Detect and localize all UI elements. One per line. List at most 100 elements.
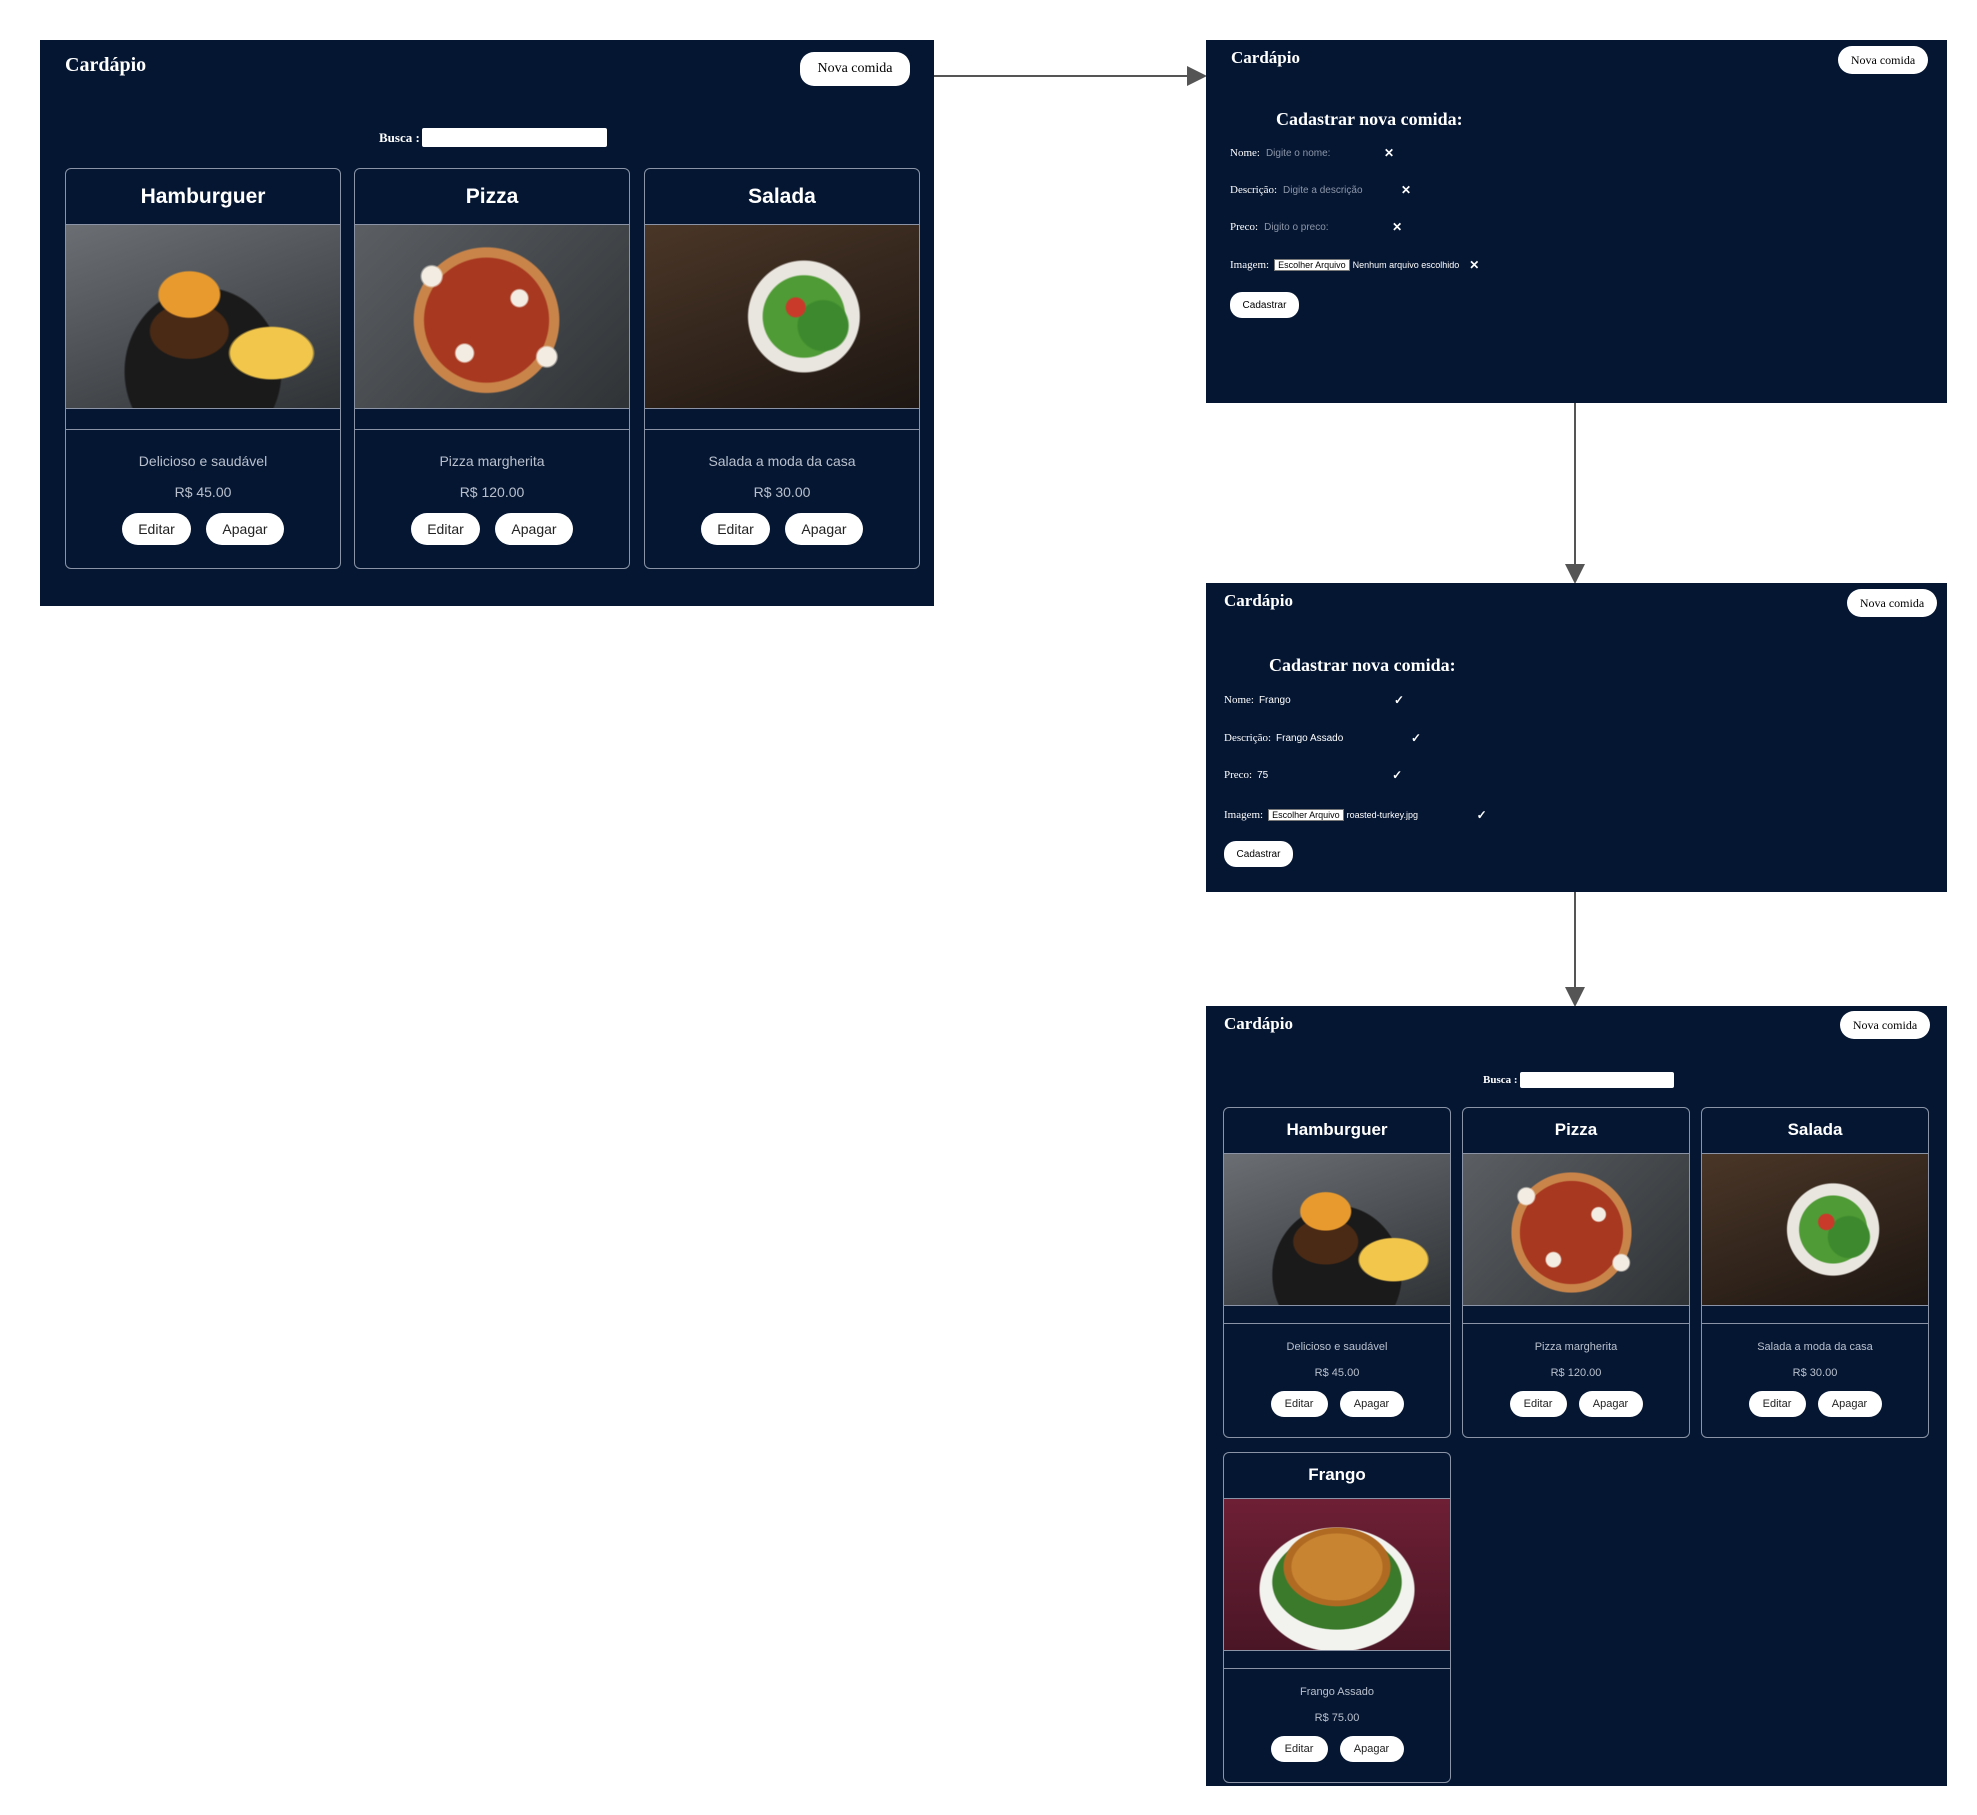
price-label: Preco: — [1230, 221, 1259, 233]
delete-button[interactable]: Apagar — [1339, 1736, 1404, 1762]
delete-button[interactable]: Apagar — [495, 513, 573, 545]
food-name: Salada — [748, 185, 816, 208]
description-row: Descrição: ✕ — [1230, 183, 1411, 197]
food-card: Hamburguer Delicioso e saudável R$ 45.00… — [65, 168, 341, 569]
file-name: roasted-turkey.jpg — [1346, 810, 1419, 820]
card-actions: Editar Apagar — [645, 513, 919, 545]
form-heading: Cadastrar nova comida: — [1276, 109, 1463, 129]
food-image-pizza — [1463, 1153, 1689, 1306]
food-name: Frango — [1308, 1465, 1366, 1484]
description-input[interactable] — [1281, 183, 1406, 197]
name-label: Nome: — [1224, 694, 1254, 706]
food-price: R$ 30.00 — [753, 484, 811, 500]
name-value[interactable]: Frango — [1259, 695, 1394, 706]
food-name: Hamburguer — [1286, 1120, 1388, 1139]
food-description: Pizza margherita — [1534, 1341, 1618, 1353]
price-row: Preco: 75 ✓ — [1224, 768, 1402, 782]
edit-button[interactable]: Editar — [1270, 1391, 1328, 1417]
name-row: Nome: ✕ — [1230, 146, 1394, 160]
delete-button[interactable]: Apagar — [206, 513, 284, 545]
invalid-mark-icon: ✕ — [1392, 220, 1403, 234]
name-label: Nome: — [1230, 147, 1260, 159]
app-title: Cardápio — [1224, 591, 1293, 610]
card-actions: Editar Apagar — [1463, 1391, 1689, 1417]
search-input[interactable] — [1519, 1072, 1674, 1088]
food-price: R$ 30.00 — [1792, 1367, 1838, 1379]
edit-button[interactable]: Editar — [1748, 1391, 1806, 1417]
card-divider — [1463, 1323, 1689, 1324]
invalid-mark-icon: ✕ — [1401, 183, 1412, 197]
food-name: Pizza — [1554, 1120, 1598, 1139]
valid-mark-icon: ✓ — [1392, 768, 1403, 782]
card-actions: Editar Apagar — [1224, 1736, 1450, 1762]
food-description: Delicioso e saudável — [1286, 1341, 1388, 1353]
card-divider — [355, 429, 629, 430]
delete-button[interactable]: Apagar — [785, 513, 863, 545]
name-input[interactable] — [1263, 146, 1388, 160]
submit-button[interactable]: Cadastrar — [1224, 841, 1293, 867]
food-card: Hamburguer Delicioso e saudável R$ 45.00… — [1223, 1107, 1451, 1438]
description-label: Descrição: — [1224, 732, 1272, 744]
image-row: Imagem: Escolher Arquivo Nenhum arquivo … — [1230, 258, 1479, 272]
description-row: Descrição: Frango Assado ✓ — [1224, 731, 1421, 745]
food-image-salad — [1702, 1153, 1928, 1306]
food-card: Pizza Pizza margherita R$ 120.00 Editar … — [354, 168, 630, 569]
food-description: Salada a moda da casa — [708, 453, 856, 469]
food-card: Pizza Pizza margherita R$ 120.00 Editar … — [1462, 1107, 1690, 1438]
card-divider — [1224, 1323, 1450, 1324]
card-divider — [1224, 1668, 1450, 1669]
card-divider — [66, 429, 340, 430]
menu-screen-updated: Cardápio Nova comida Busca : Hamburguer … — [1206, 1006, 1947, 1786]
card-actions: Editar Apagar — [1224, 1391, 1450, 1417]
edit-button[interactable]: Editar — [122, 513, 191, 545]
food-card-new: Frango Frango Assado R$ 75.00 Editar Apa… — [1223, 1452, 1451, 1783]
food-description: Delicioso e saudável — [138, 453, 268, 469]
food-price: R$ 45.00 — [174, 484, 232, 500]
edit-button[interactable]: Editar — [411, 513, 480, 545]
price-row: Preco: ✕ — [1230, 220, 1402, 234]
food-price: R$ 120.00 — [459, 484, 525, 500]
menu-screen-initial: Cardápio Nova comida Busca : Hamburguer … — [40, 40, 934, 606]
food-description: Salada a moda da casa — [1757, 1341, 1873, 1353]
card-actions: Editar Apagar — [1702, 1391, 1928, 1417]
price-label: Preco: — [1224, 769, 1253, 781]
delete-button[interactable]: Apagar — [1817, 1391, 1882, 1417]
choose-file-button[interactable]: Escolher Arquivo — [1268, 808, 1344, 822]
food-price: R$ 75.00 — [1314, 1712, 1360, 1724]
food-image-roast-chicken — [1224, 1498, 1450, 1651]
search-input[interactable] — [421, 128, 607, 147]
price-input[interactable] — [1262, 220, 1397, 234]
card-divider — [1702, 1323, 1928, 1324]
food-price: R$ 45.00 — [1314, 1367, 1360, 1379]
submit-button[interactable]: Cadastrar — [1230, 292, 1299, 318]
new-food-button[interactable]: Nova comida — [1840, 1011, 1930, 1039]
edit-button[interactable]: Editar — [1270, 1736, 1328, 1762]
search-label: Busca : — [1483, 1074, 1518, 1086]
invalid-mark-icon: ✕ — [1383, 146, 1395, 160]
delete-button[interactable]: Apagar — [1578, 1391, 1643, 1417]
delete-button[interactable]: Apagar — [1339, 1391, 1404, 1417]
new-food-button[interactable]: Nova comida — [1838, 46, 1928, 74]
image-label: Imagem: — [1224, 809, 1264, 821]
food-name: Salada — [1787, 1120, 1843, 1139]
form-screen-filled: Cardápio Nova comida Cadastrar nova comi… — [1206, 583, 1947, 892]
description-label: Descrição: — [1230, 184, 1278, 196]
card-actions: Editar Apagar — [355, 513, 629, 545]
food-image-burger — [66, 224, 340, 409]
invalid-mark-icon: ✕ — [1469, 258, 1480, 272]
card-divider — [645, 429, 919, 430]
name-row: Nome: Frango ✓ — [1224, 693, 1404, 707]
edit-button[interactable]: Editar — [1509, 1391, 1567, 1417]
app-title: Cardápio — [1231, 48, 1300, 67]
description-value[interactable]: Frango Assado — [1276, 733, 1411, 744]
search-label: Busca : — [379, 129, 420, 145]
choose-file-button[interactable]: Escolher Arquivo — [1274, 258, 1350, 272]
food-description: Pizza margherita — [439, 453, 545, 469]
edit-button[interactable]: Editar — [701, 513, 770, 545]
new-food-button[interactable]: Nova comida — [1847, 589, 1937, 617]
form-heading: Cadastrar nova comida: — [1269, 655, 1456, 675]
valid-mark-icon: ✓ — [1476, 808, 1487, 822]
new-food-button[interactable]: Nova comida — [800, 52, 910, 86]
form-screen-empty: Cardápio Nova comida Cadastrar nova comi… — [1206, 40, 1947, 403]
price-value[interactable]: 75 — [1257, 770, 1392, 781]
